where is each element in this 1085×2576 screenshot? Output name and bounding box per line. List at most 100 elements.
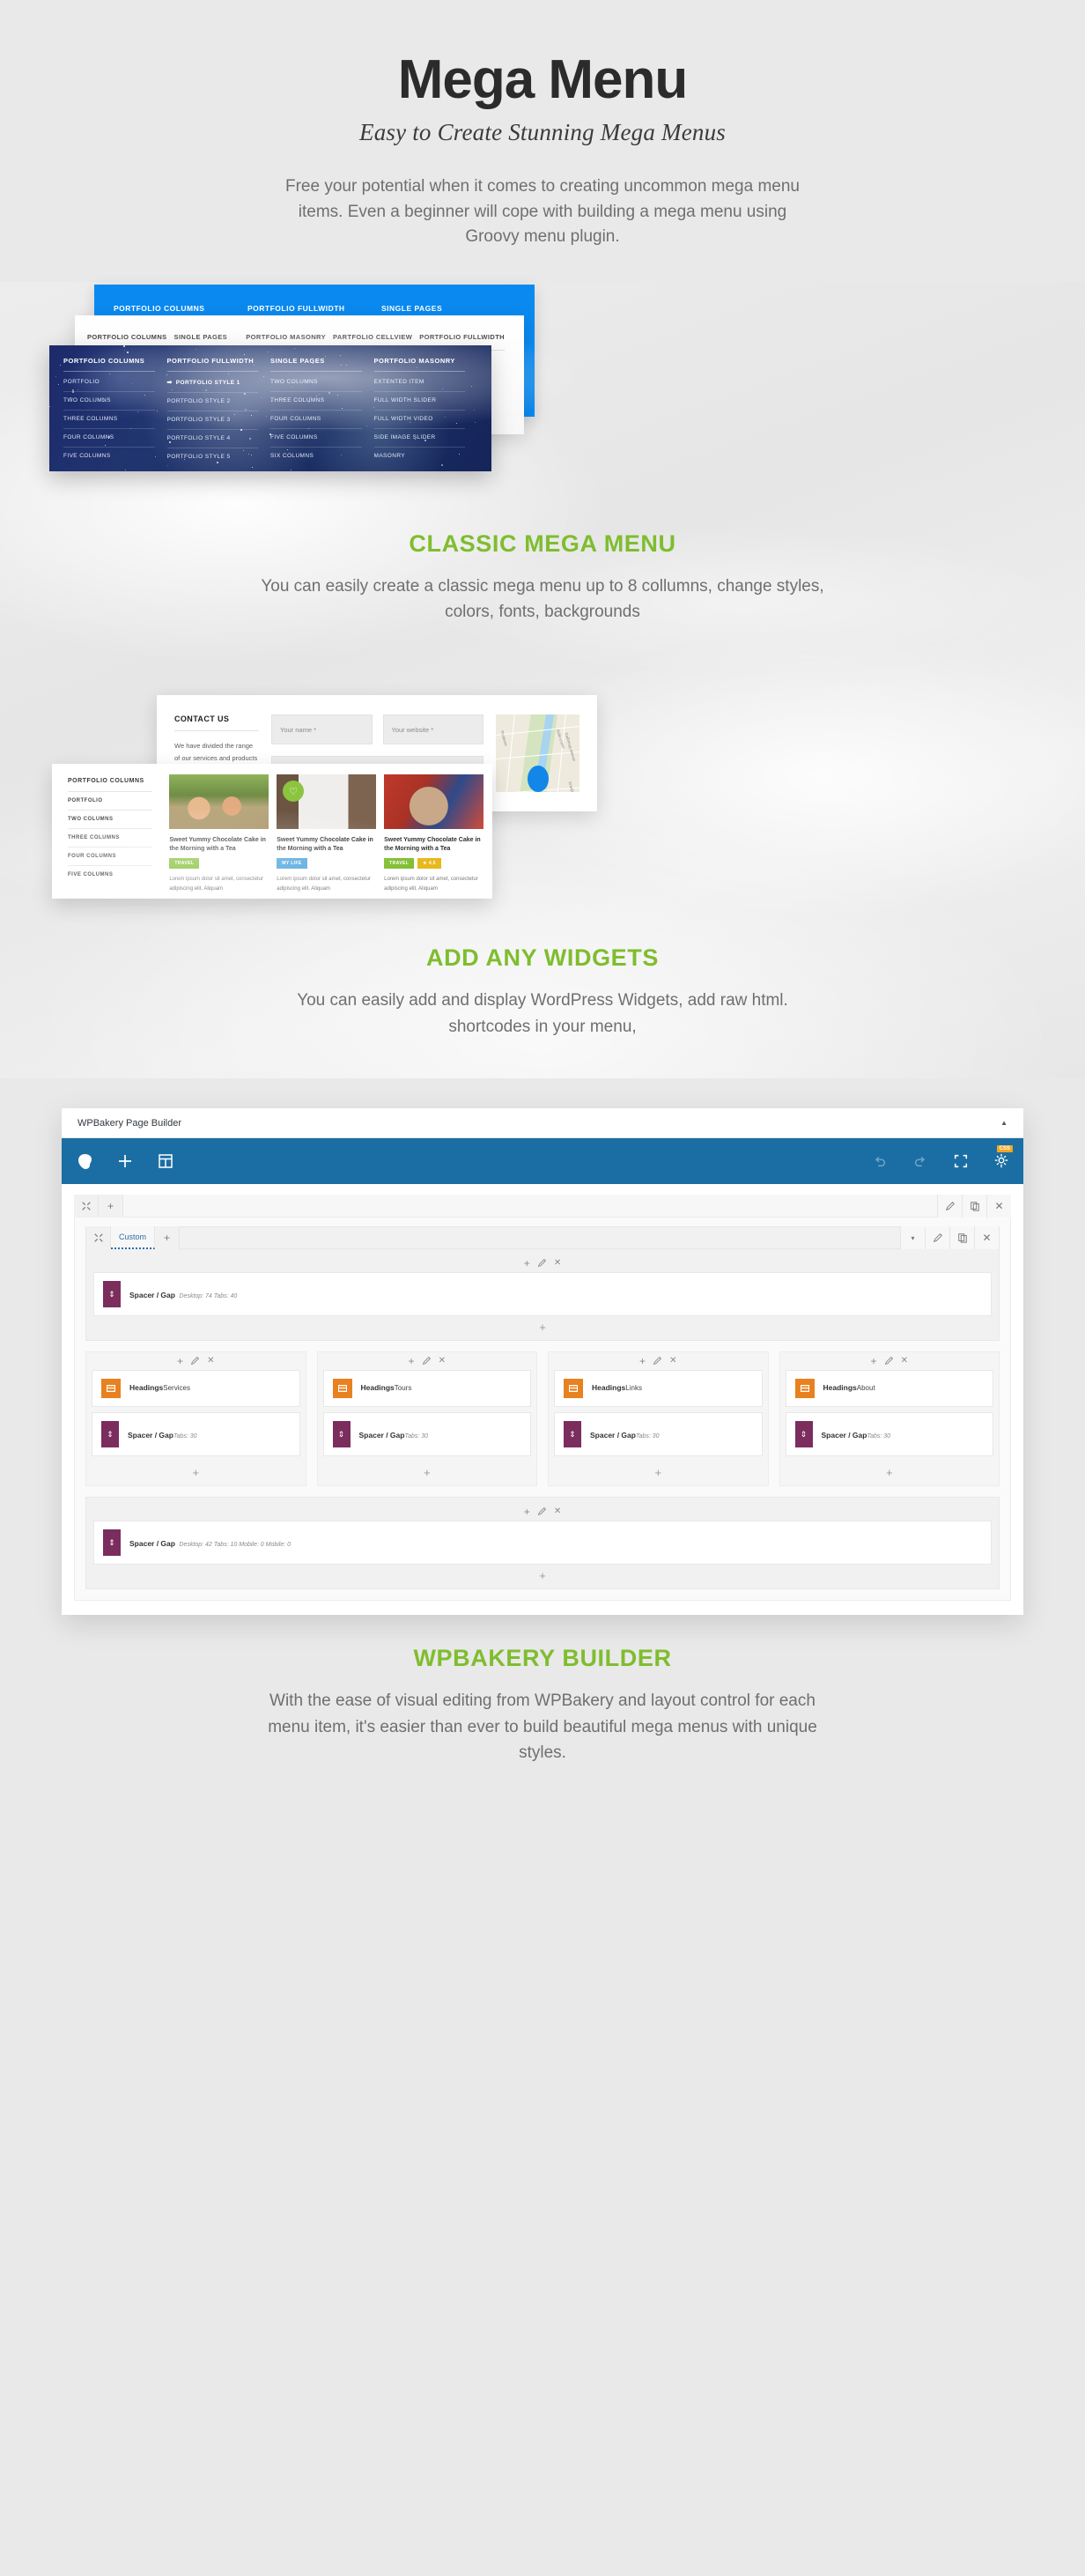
spacer-element[interactable]: ⇕ Spacer / GapTabs: 30: [322, 1412, 531, 1457]
add-element-icon[interactable]: +: [780, 1462, 1000, 1482]
delete-icon[interactable]: ✕: [669, 1357, 676, 1366]
add-element-icon[interactable]: +: [86, 1565, 999, 1585]
add-icon[interactable]: +: [177, 1356, 183, 1366]
add-icon[interactable]: +: [639, 1356, 646, 1366]
portfolio-nav-item[interactable]: FOUR COLUMNS: [68, 847, 153, 865]
menu-item[interactable]: TWO COLUMNS: [63, 392, 155, 411]
menu-item[interactable]: PORTFOLIO STYLE 3: [166, 411, 258, 430]
menu-item[interactable]: MASONRY: [374, 448, 466, 465]
website-field[interactable]: Your website *: [382, 714, 483, 745]
menu-item[interactable]: PORTFOLIO STYLE 4: [166, 430, 258, 448]
menu-column: SINGLE PAGES TWO COLUMNS THREE COLUMNS FOUR…: [270, 357, 374, 466]
add-element-icon[interactable]: +: [86, 1462, 306, 1482]
menu-item[interactable]: EXTENTED ITEM: [373, 374, 465, 392]
expand-icon[interactable]: [74, 1194, 99, 1218]
outer-row: + ✕ Custom + ▾ ✕ + ✕ ⇕ Spacer / Gap Desk…: [74, 1194, 1011, 1602]
menu-item[interactable]: PORTFOLIO STYLE 5: [167, 448, 259, 466]
menu-item[interactable]: TWO COLUMNS: [270, 374, 362, 392]
add-icon[interactable]: +: [871, 1356, 877, 1366]
delete-icon[interactable]: ✕: [439, 1357, 446, 1366]
spacer-element[interactable]: ⇕ Spacer / Gap Desktop: 74 Tabs: 40: [93, 1272, 992, 1317]
menu-item[interactable]: SIDE IMAGE SLIDER: [373, 429, 465, 448]
portfolio-nav-item[interactable]: FIVE COLUMNS: [68, 865, 153, 884]
menu-item[interactable]: FIVE COLUMNS: [270, 429, 362, 448]
clone-icon[interactable]: [962, 1194, 986, 1218]
edit-icon[interactable]: [884, 1356, 894, 1367]
portfolio-nav-item[interactable]: PORTFOLIO: [68, 791, 153, 810]
add-element-icon[interactable]: [116, 1152, 134, 1170]
add-icon[interactable]: +: [155, 1226, 181, 1250]
add-row-icon[interactable]: [157, 1152, 174, 1170]
edit-icon[interactable]: [537, 1506, 547, 1518]
menu-item[interactable]: ➡ PORTFOLIO STYLE 1: [166, 374, 258, 393]
map-widget[interactable]: Розвили Лейк-стрит Хайленд-авеню Клифтон…: [496, 714, 579, 793]
edit-icon[interactable]: [653, 1356, 662, 1367]
spacer-element[interactable]: ⇕ Spacer / GapTabs: 30: [92, 1412, 300, 1457]
collapse-icon[interactable]: ▲: [1000, 1119, 1008, 1127]
undo-icon[interactable]: [872, 1153, 888, 1169]
portfolio-card[interactable]: Sweet Yummy Chocolate Cake in the Mornin…: [384, 774, 484, 892]
menu-item[interactable]: THREE COLUMNS: [270, 392, 362, 411]
row-tab-custom[interactable]: Custom: [111, 1226, 156, 1250]
delete-icon[interactable]: ✕: [554, 1259, 561, 1268]
menu-item[interactable]: SIX COLUMNS: [270, 448, 362, 465]
add-icon[interactable]: +: [409, 1356, 415, 1366]
name-field[interactable]: Your name *: [271, 714, 373, 745]
wpbakery-logo-icon[interactable]: [76, 1152, 93, 1170]
edit-icon[interactable]: [925, 1226, 949, 1250]
headings-element[interactable]: HeadingsAbout: [785, 1370, 993, 1408]
headings-element[interactable]: HeadingsLinks: [554, 1370, 763, 1408]
fullscreen-icon[interactable]: [953, 1153, 969, 1169]
add-icon[interactable]: +: [524, 1258, 530, 1269]
spacer-element[interactable]: ⇕ Spacer / GapTabs: 30: [785, 1412, 993, 1457]
dropdown-icon[interactable]: ▾: [900, 1226, 925, 1250]
delete-icon[interactable]: ✕: [986, 1194, 1011, 1218]
menu-item-label: FIVE COLUMNS: [63, 453, 111, 460]
expand-icon[interactable]: [86, 1226, 111, 1250]
add-icon[interactable]: +: [524, 1506, 530, 1517]
delete-icon[interactable]: ✕: [207, 1357, 214, 1366]
portfolio-nav-item[interactable]: THREE COLUMNS: [68, 828, 153, 847]
menu-item[interactable]: FULL WIDTH SLIDER: [373, 392, 465, 411]
portfolio-card[interactable]: Sweet Yummy Chocolate Cake in the Mornin…: [169, 774, 269, 892]
headings-element[interactable]: HeadingsTours: [322, 1370, 531, 1408]
headings-element[interactable]: HeadingsServices: [92, 1370, 300, 1408]
widgets-caption: ADD ANY WIDGETS You can easily add and d…: [0, 920, 1085, 1078]
portfolio-nav-item[interactable]: TWO COLUMNS: [68, 810, 153, 828]
element-value: About: [856, 1384, 875, 1393]
widgets-text: You can easily add and display WordPress…: [297, 991, 788, 1036]
add-element-icon[interactable]: +: [318, 1462, 537, 1482]
delete-icon[interactable]: ✕: [974, 1226, 999, 1250]
menu-item[interactable]: FOUR COLUMNS: [270, 411, 362, 429]
portfolio-card[interactable]: ♡ Sweet Yummy Chocolate Cake in the Morn…: [277, 774, 377, 892]
menu-item[interactable]: PORTFOLIO: [63, 374, 155, 392]
spacer-element[interactable]: ⇕ Spacer / GapTabs: 30: [554, 1412, 763, 1457]
add-element-icon[interactable]: +: [549, 1462, 768, 1482]
arrow-right-icon: ➡: [166, 380, 173, 387]
edit-icon[interactable]: [937, 1194, 962, 1218]
delete-icon[interactable]: ✕: [554, 1507, 561, 1516]
menu-item[interactable]: FIVE COLUMNS: [63, 448, 155, 465]
edit-icon[interactable]: [537, 1258, 547, 1269]
menu-item[interactable]: THREE COLUMNS: [63, 411, 155, 429]
clone-icon[interactable]: [949, 1226, 974, 1250]
heart-icon[interactable]: ♡: [283, 781, 305, 803]
card-title: Sweet Yummy Chocolate Cake in the Mornin…: [277, 837, 373, 852]
menu-item-label: PORTFOLIO: [63, 379, 100, 386]
add-icon[interactable]: +: [99, 1194, 123, 1218]
spacer-gap-icon: ⇕: [101, 1421, 119, 1448]
edit-icon[interactable]: [190, 1356, 200, 1367]
spacer-element[interactable]: ⇕ Spacer / Gap Desktop: 42 Tabs: 10 Mobi…: [93, 1521, 992, 1566]
element-name: Headings: [129, 1383, 164, 1393]
add-element-icon[interactable]: +: [86, 1316, 999, 1336]
classic-heading: CLASSIC MEGA MENU: [409, 529, 676, 557]
element-meta: Tabs: 30: [173, 1433, 197, 1440]
edit-icon[interactable]: [422, 1356, 432, 1367]
menu-item[interactable]: PORTFOLIO STYLE 2: [166, 393, 258, 411]
delete-icon[interactable]: ✕: [901, 1357, 908, 1366]
redo-icon[interactable]: [912, 1153, 928, 1169]
menu-item[interactable]: FOUR COLUMNS: [63, 429, 155, 448]
menu-item[interactable]: FULL WIDTH VIDEO: [373, 411, 465, 429]
settings-gear-icon[interactable]: [993, 1153, 1009, 1169]
headings-icon: [101, 1379, 121, 1399]
